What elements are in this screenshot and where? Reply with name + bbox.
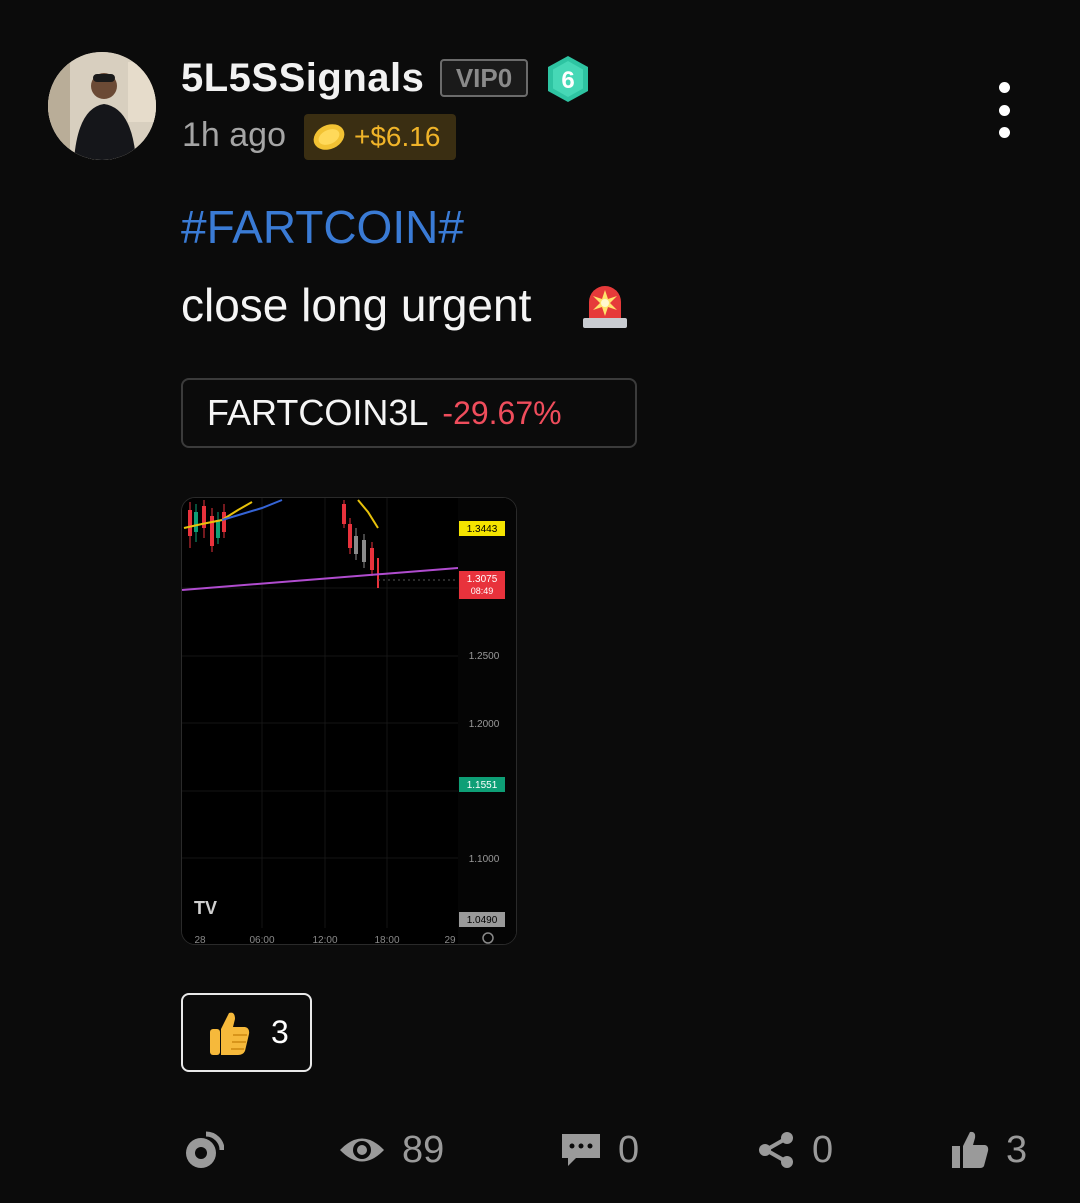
- comments-button[interactable]: 0: [560, 1122, 639, 1178]
- eye-icon: [340, 1138, 384, 1162]
- avatar-photo: [48, 52, 156, 160]
- likes-count: 3: [1006, 1128, 1028, 1171]
- repost-button[interactable]: [184, 1122, 224, 1178]
- y-tick: 1.2500: [469, 651, 500, 662]
- price-tag-green-label: 1.1551: [467, 780, 498, 791]
- earnings-amount: +$6.16: [354, 121, 441, 152]
- like-button[interactable]: 3: [950, 1122, 1027, 1178]
- price-tag-red-sub: 08:49: [471, 586, 494, 596]
- x-tick: 28: [194, 935, 206, 944]
- share-button[interactable]: 0: [756, 1122, 833, 1178]
- x-tick: 29: [444, 935, 456, 944]
- x-tick: 06:00: [249, 935, 274, 944]
- share-icon: [759, 1132, 793, 1168]
- tv-logo: TV: [194, 898, 217, 918]
- level-badge-icon: 6: [546, 55, 590, 103]
- price-tag-grey-label: 1.0490: [467, 915, 498, 926]
- chart-image[interactable]: 1.3443 1.3075 08:49 1.2500 1.2000 1.1551…: [181, 497, 517, 945]
- post-text: close long urgent: [181, 279, 532, 331]
- avatar[interactable]: [48, 52, 156, 160]
- x-tick: 18:00: [374, 935, 399, 944]
- views-stat: 89: [338, 1122, 444, 1178]
- y-tick: 1.2000: [469, 719, 500, 730]
- reaction-count: 3: [271, 1014, 289, 1050]
- views-count: 89: [402, 1128, 445, 1171]
- earnings-badge: +$6.16: [304, 114, 456, 160]
- x-tick: 12:00: [312, 935, 337, 944]
- reaction-thumbs-up[interactable]: 3: [181, 993, 312, 1072]
- comments-count: 0: [618, 1128, 640, 1171]
- more-options-icon[interactable]: [984, 82, 1024, 138]
- hashtag-link[interactable]: #FARTCOIN#: [181, 200, 464, 254]
- siren-icon: [577, 274, 633, 330]
- chart-screenshot: 1.3443 1.3075 08:49 1.2500 1.2000 1.1551…: [182, 498, 516, 944]
- ticker-chip[interactable]: FARTCOIN3L -29.67%: [181, 378, 637, 448]
- shares-count: 0: [812, 1128, 834, 1171]
- post-time: 1h ago: [182, 116, 286, 154]
- level-number: 6: [561, 67, 574, 94]
- price-tag-yellow-label: 1.3443: [467, 524, 498, 535]
- username[interactable]: 5L5SSignals: [181, 56, 424, 101]
- like-icon: [952, 1131, 989, 1168]
- y-tick: 1.1000: [469, 854, 500, 865]
- ticker-symbol: FARTCOIN3L: [207, 392, 429, 433]
- coin-icon: [313, 124, 345, 150]
- vip-badge: VIP0: [440, 59, 528, 97]
- ticker-change: -29.67%: [442, 394, 562, 431]
- price-tag-red-label: 1.3075: [467, 574, 498, 585]
- thumbs-up-icon: [210, 1012, 250, 1055]
- comment-icon: [562, 1134, 600, 1166]
- repost-icon: [186, 1131, 224, 1168]
